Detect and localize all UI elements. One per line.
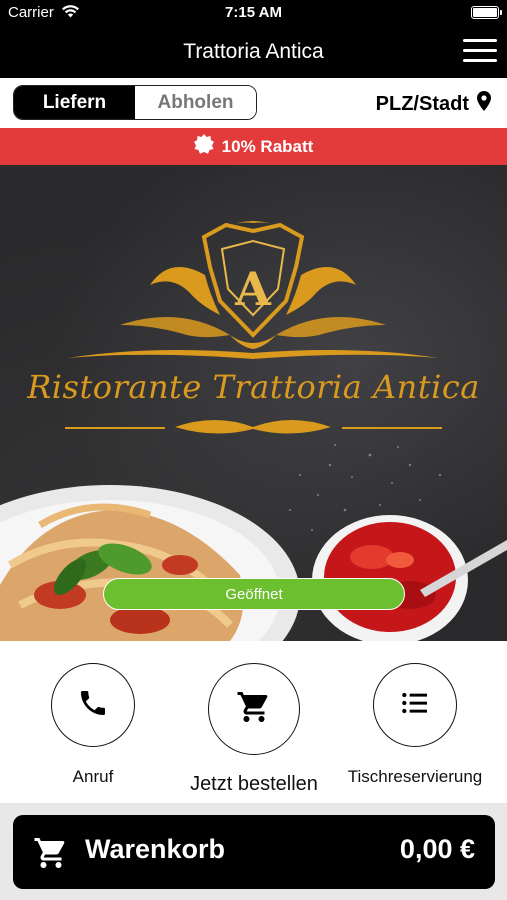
clock: 7:15 AM [225, 4, 282, 21]
table-reservation-button[interactable] [373, 663, 457, 747]
order-now-label: Jetzt bestellen [190, 773, 318, 795]
order-mode-bar: Liefern Abholen PLZ/Stadt [0, 78, 507, 128]
hero-image: A Ristorante Trattoria Antica [0, 165, 507, 641]
battery-icon [471, 6, 502, 19]
order-now-button[interactable] [208, 663, 300, 755]
order-now-action[interactable]: Jetzt bestellen [169, 663, 339, 796]
cart-icon [236, 689, 272, 730]
status-bar: Carrier 7:15 AM [0, 0, 507, 26]
location-label: PLZ/Stadt [375, 92, 469, 115]
table-reservation-label: Tischreservierung [347, 767, 483, 786]
call-button[interactable] [51, 663, 135, 747]
cart-icon [33, 835, 69, 876]
promo-banner[interactable]: 10% Rabatt [0, 128, 507, 165]
badge-icon [193, 134, 214, 159]
hamburger-menu-icon[interactable] [463, 39, 497, 65]
call-label: Anruf [72, 767, 114, 786]
tab-abholen[interactable]: Abholen [135, 86, 256, 119]
footer: Warenkorb 0,00 € [0, 803, 507, 900]
page-title: Trattoria Antica [183, 40, 324, 63]
cart-label: Warenkorb [85, 834, 226, 864]
cart-total: 0,00 € [399, 834, 475, 864]
cart-button[interactable]: Warenkorb 0,00 € [13, 815, 495, 889]
location-pin-icon [477, 91, 491, 117]
list-icon [399, 687, 431, 724]
location-selector[interactable]: PLZ/Stadt [376, 91, 491, 117]
tab-liefern[interactable]: Liefern [14, 86, 135, 119]
phone-icon [77, 687, 109, 724]
opening-status-badge: Geöffnet [103, 578, 405, 610]
restaurant-brand-text: Ristorante Trattoria Antica [27, 368, 480, 406]
title-bar: Trattoria Antica [0, 26, 507, 78]
promo-text: 10% Rabatt [221, 136, 314, 156]
table-reservation-action[interactable]: Tischreservierung [330, 663, 500, 787]
call-action[interactable]: Anruf [8, 663, 178, 787]
pasta-plate-image [0, 485, 300, 641]
quick-actions: Anruf Jetzt bestellen Tischreservierung [0, 641, 507, 803]
order-mode-toggle: Liefern Abholen [13, 85, 257, 120]
crest-monogram: A [234, 262, 272, 316]
